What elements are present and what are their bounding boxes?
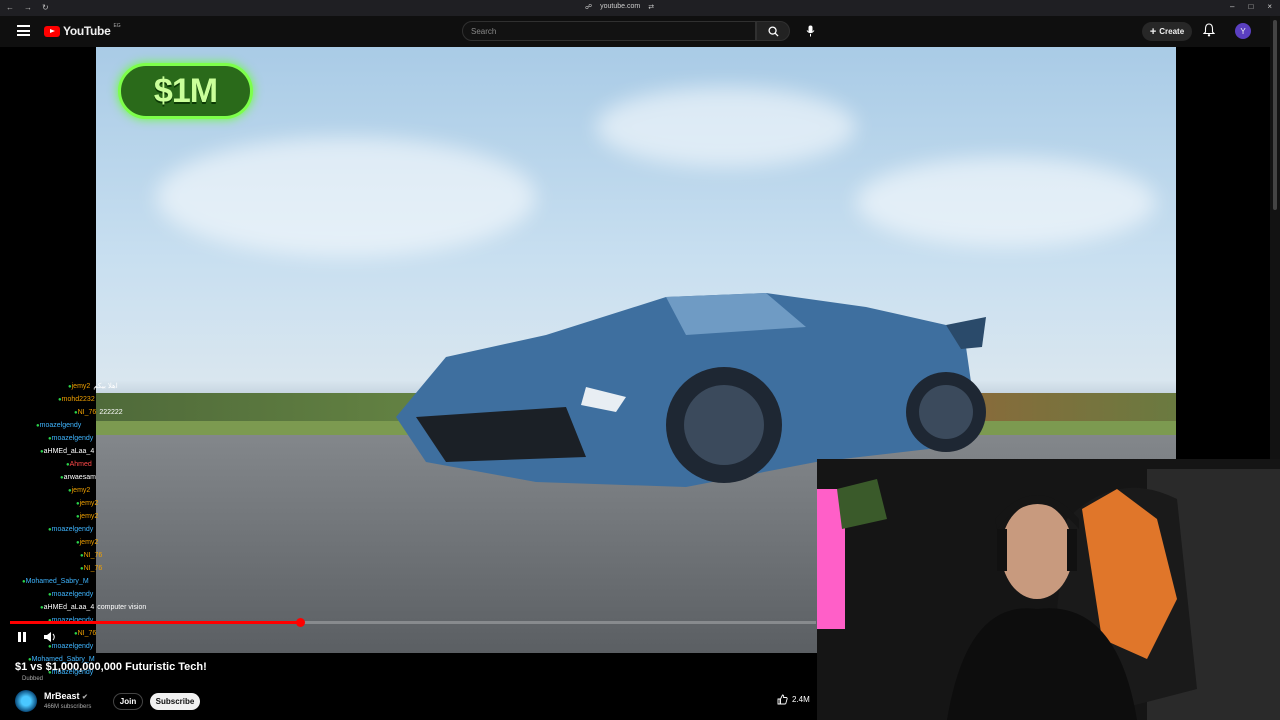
chat-message: ●NI_76	[80, 562, 105, 575]
chat-username[interactable]: aHMEd_aLaa_4	[44, 448, 95, 455]
minimize-icon[interactable]: –	[1230, 2, 1234, 11]
join-button[interactable]: Join	[113, 693, 143, 710]
window-controls: – □ ×	[1230, 2, 1272, 11]
chat-message: ●mohd2232	[58, 393, 98, 406]
notifications-button[interactable]	[1202, 23, 1216, 42]
like-button[interactable]: 2.4M	[777, 694, 810, 705]
chat-text: computer vision	[97, 604, 147, 611]
maximize-icon[interactable]: □	[1248, 2, 1253, 11]
logo-text: YouTube	[63, 24, 111, 38]
chat-message: ●arwaesam	[60, 471, 99, 484]
chat-message: ●NI_76	[80, 549, 105, 562]
volume-icon[interactable]	[43, 631, 57, 643]
chat-username[interactable]: moazelgendy	[52, 526, 94, 533]
chat-message: ●NI_76	[74, 627, 99, 640]
link-icon: ☍	[585, 4, 593, 11]
subscriber-count: 466M subscribers	[44, 704, 92, 710]
chat-username[interactable]: moazelgendy	[52, 591, 94, 598]
like-count: 2.4M	[792, 695, 810, 704]
channel-avatar[interactable]	[15, 690, 37, 712]
chat-username[interactable]: Ahmed	[70, 461, 92, 468]
streamer-webcam-image	[817, 459, 1280, 720]
browser-nav: ← → ↻	[0, 4, 50, 12]
chat-username[interactable]: moazelgendy	[52, 435, 94, 442]
chat-text: اهلا بيكم	[93, 383, 118, 390]
chat-message: ●aHMEd_aLaa_4	[40, 445, 97, 458]
chat-message: ●jemy2	[76, 497, 101, 510]
bell-icon	[1202, 23, 1216, 37]
account-avatar[interactable]: Y	[1235, 23, 1251, 39]
chat-username[interactable]: mohd2232	[62, 396, 95, 403]
thumbs-up-icon	[777, 694, 788, 705]
chat-username[interactable]: jemy2	[80, 539, 99, 546]
chat-username[interactable]: jemy2	[72, 383, 91, 390]
chat-username[interactable]: NI_76	[78, 409, 97, 416]
voice-search-button[interactable]	[799, 21, 821, 41]
reload-icon[interactable]: ↻	[42, 4, 50, 12]
forward-icon[interactable]: →	[24, 4, 32, 12]
chat-message: ●jemy2	[76, 536, 101, 549]
chat-message: ●jemy2	[68, 484, 93, 497]
video-title: $1 vs $1,000,000,000 Futuristic Tech!	[15, 661, 207, 673]
back-icon[interactable]: ←	[6, 4, 14, 12]
plus-icon: +	[1149, 25, 1157, 38]
chat-username[interactable]: Mohamed_Sabry_M	[26, 578, 89, 585]
pause-icon[interactable]	[16, 631, 28, 643]
subscribe-button[interactable]: Subscribe	[150, 693, 200, 710]
search-icon	[767, 25, 779, 37]
url-text: youtube.com	[600, 3, 641, 10]
chat-message: ●moazelgendy	[36, 419, 84, 432]
youtube-play-icon	[44, 25, 60, 37]
chat-username[interactable]: NI_76	[78, 630, 97, 637]
settings-icon[interactable]: ⇄	[648, 3, 654, 11]
chat-text: 222222	[99, 409, 123, 416]
dubbed-label: Dubbed	[22, 676, 44, 682]
webcam-overlay	[817, 459, 1280, 720]
chat-username[interactable]: jemy2	[80, 500, 99, 507]
address-bar[interactable]: ☍ youtube.com ⇄	[585, 3, 654, 11]
search-button[interactable]	[756, 21, 790, 41]
search-input[interactable]: Search	[462, 21, 756, 41]
chat-message: ●Mohamed_Sabry_M	[22, 575, 92, 588]
hamburger-menu-icon[interactable]	[17, 25, 30, 36]
chat-username[interactable]: NI_76	[84, 565, 103, 572]
progress-bar[interactable]	[10, 618, 816, 627]
chat-message: ●aHMEd_aLaa_4 computer vision	[40, 601, 146, 614]
chat-username[interactable]: moazelgendy	[40, 422, 82, 429]
chat-username[interactable]: jemy2	[72, 487, 91, 494]
logo-country: EG	[113, 23, 121, 29]
chat-message: ●jemy2	[76, 510, 101, 523]
verified-icon: ✔	[82, 694, 88, 701]
channel-name[interactable]: MrBeast ✔	[44, 691, 88, 701]
chat-username[interactable]: moazelgendy	[52, 643, 94, 650]
youtube-header: YouTube EG Search + Create Y	[0, 16, 1270, 47]
chat-username[interactable]: NI_76	[84, 552, 103, 559]
chat-username[interactable]: jemy2	[80, 513, 99, 520]
browser-toolbar: ← → ↻ ☍ youtube.com ⇄ – □ ×	[0, 0, 1280, 16]
chat-message: ●NI_76 222222	[74, 406, 123, 419]
youtube-logo[interactable]: YouTube EG	[44, 23, 121, 38]
chat-message: ●Ahmed	[66, 458, 95, 471]
chat-username[interactable]: arwaesam	[64, 474, 96, 481]
chat-username[interactable]: aHMEd_aLaa_4	[44, 604, 95, 611]
channel-name-text: MrBeast	[44, 691, 80, 701]
create-button[interactable]: + Create	[1142, 22, 1192, 41]
chat-message: ●moazelgendy	[48, 588, 96, 601]
create-label: Create	[1159, 27, 1185, 36]
overlay-badge: $1M	[118, 63, 253, 119]
chat-message: ●jemy2 اهلا بيكم	[68, 380, 118, 393]
close-icon[interactable]: ×	[1267, 2, 1272, 11]
chat-message: ●moazelgendy	[48, 523, 96, 536]
chat-message: ●moazelgendy	[48, 432, 96, 445]
microphone-icon	[806, 25, 814, 37]
